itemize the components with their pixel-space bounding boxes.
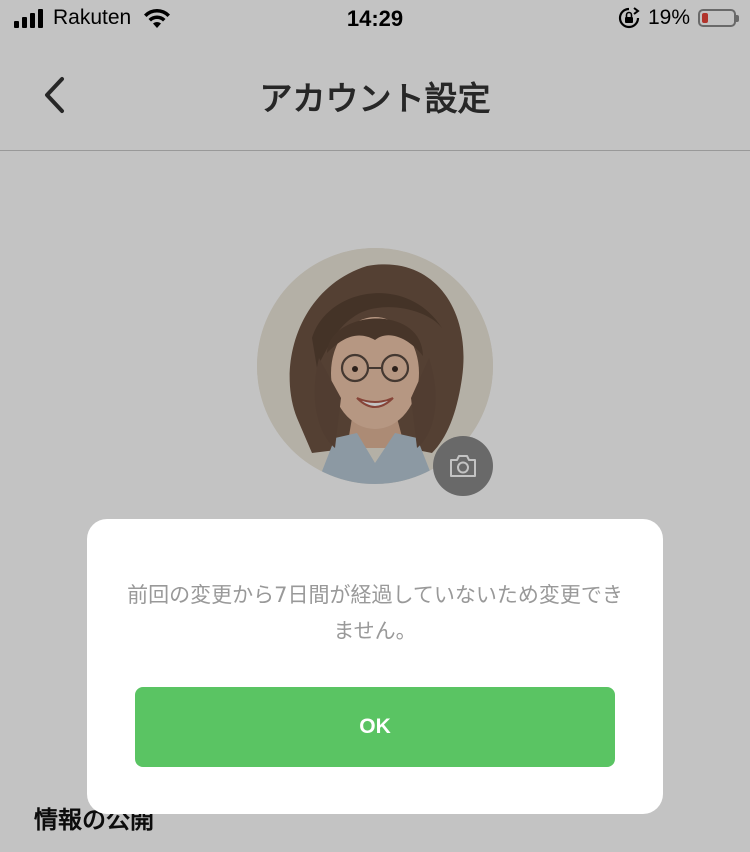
- alert-dialog: 前回の変更から7日間が経過していないため変更できません。 OK: [87, 519, 663, 814]
- ok-button[interactable]: OK: [135, 687, 615, 767]
- dialog-message: 前回の変更から7日間が経過していないため変更できません。: [127, 583, 623, 643]
